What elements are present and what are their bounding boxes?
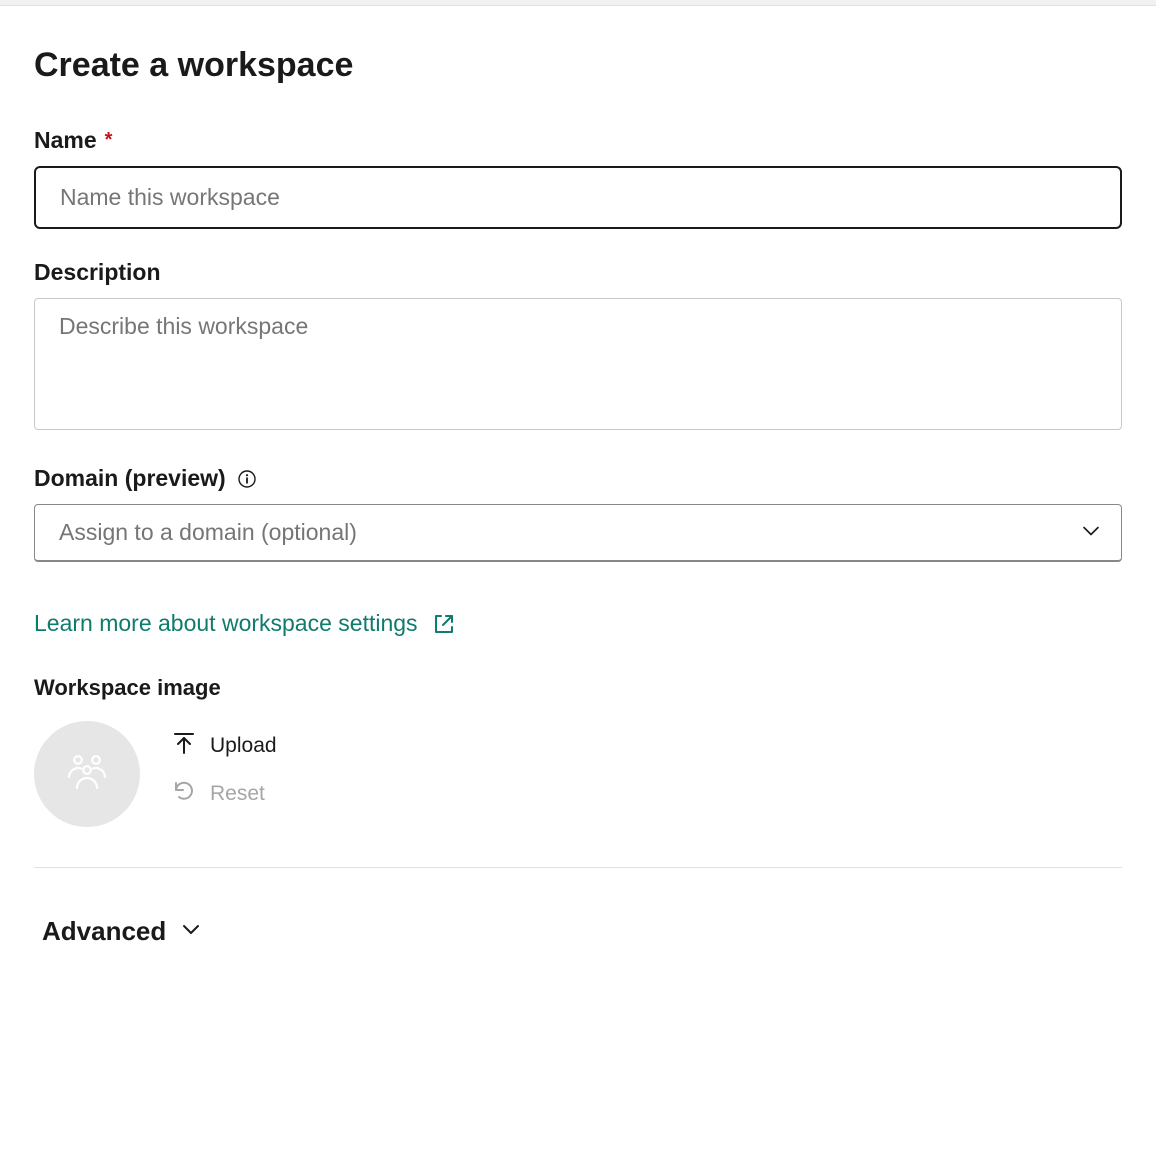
domain-field-group: Domain (preview) (34, 465, 1122, 562)
domain-label: Domain (preview) (34, 465, 226, 492)
image-actions: Upload Reset (172, 721, 277, 809)
upload-label: Upload (210, 734, 277, 758)
advanced-toggle[interactable]: Advanced (34, 916, 202, 947)
create-workspace-form: Create a workspace Name * Description Do… (0, 6, 1156, 987)
workspace-image-label: Workspace image (34, 675, 1122, 701)
name-input[interactable] (34, 166, 1122, 229)
name-label-row: Name * (34, 127, 1122, 154)
description-field-group: Description (34, 259, 1122, 435)
required-indicator: * (105, 129, 113, 152)
group-icon (61, 754, 113, 794)
name-label: Name (34, 127, 97, 154)
external-link-icon (432, 612, 456, 636)
description-input[interactable] (34, 298, 1122, 430)
domain-select-wrapper (34, 504, 1122, 562)
upload-button[interactable]: Upload (172, 731, 277, 761)
name-field-group: Name * (34, 127, 1122, 229)
chevron-down-icon (180, 916, 202, 947)
image-actions-row: Upload Reset (34, 721, 1122, 827)
description-label-row: Description (34, 259, 1122, 286)
domain-select[interactable] (34, 504, 1122, 562)
description-label: Description (34, 259, 161, 286)
workspace-image-section: Workspace image (34, 675, 1122, 827)
divider (34, 867, 1122, 868)
upload-icon (172, 731, 196, 761)
reset-button: Reset (172, 779, 277, 809)
learn-more-text: Learn more about workspace settings (34, 610, 418, 637)
advanced-label: Advanced (42, 916, 166, 947)
info-icon[interactable] (238, 470, 256, 488)
workspace-image-placeholder (34, 721, 140, 827)
domain-label-row: Domain (preview) (34, 465, 1122, 492)
reset-label: Reset (210, 782, 265, 806)
page-title: Create a workspace (34, 46, 1122, 85)
learn-more-link[interactable]: Learn more about workspace settings (34, 610, 456, 637)
undo-icon (172, 779, 196, 809)
